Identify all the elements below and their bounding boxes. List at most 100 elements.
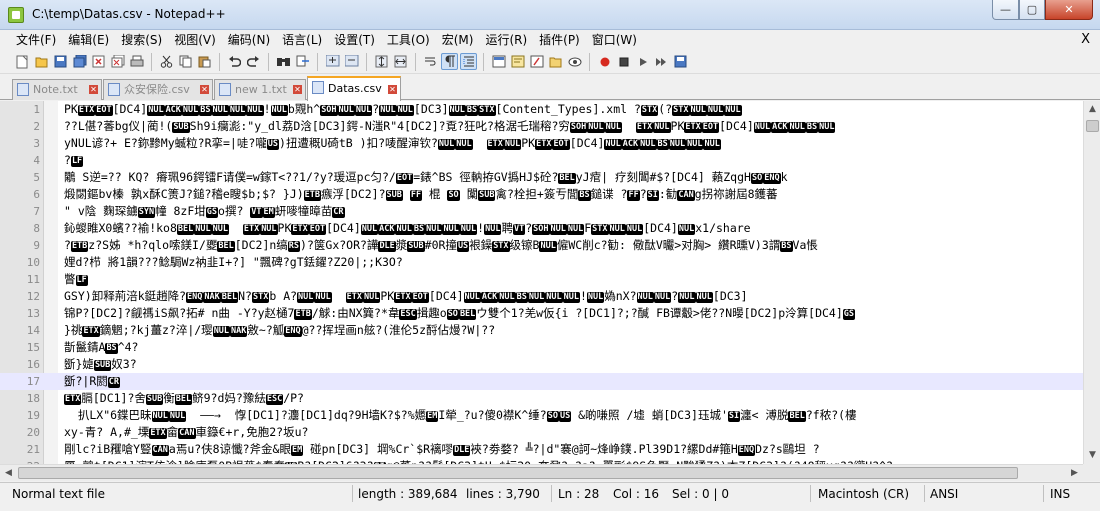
line-number: 2 (33, 120, 40, 133)
find-icon[interactable] (275, 53, 292, 70)
menu-window[interactable]: 窗口(W) (586, 30, 643, 50)
folder-workspace-icon[interactable] (547, 53, 564, 70)
undo-icon[interactable] (226, 53, 243, 70)
editor-line[interactable]: 21 剛lc?iB矡嗆Y豎CANa焉u?伕8谅懺?斧金&眼EM 碰pn[DC3] … (0, 441, 1100, 458)
play-macro-icon[interactable] (634, 53, 651, 70)
editor-line[interactable]: 4 ?LF (0, 152, 1100, 169)
menu-tools[interactable]: 工具(O) (381, 30, 436, 50)
control-char-badge: VT (250, 207, 263, 218)
editor-line[interactable]: 9 ?ETBz?S姊 *h?qlo嗦鎂I/夒BEL[DC2]n缟RS)?箧Gx?O… (0, 237, 1100, 254)
func-list-icon[interactable] (528, 53, 545, 70)
status-separator (810, 485, 811, 502)
editor-line[interactable]: 1 PKETX EOT[DC4]NUL ACK NUL BS NUL NUL NUL!NULb覭… (0, 101, 1100, 118)
tab-close-icon[interactable]: ✕ (89, 85, 98, 94)
editor-line[interactable]: 3 yNUL谚?+ E?鉨黪My蝛粒?R挛=|唗?嚨US)扭遭穊U碕tB )扣?唛… (0, 135, 1100, 152)
control-char-badge: BEL (458, 309, 477, 320)
editor-line[interactable]: 7 " v陰 麴琛鐪SYN幢 8zF坩GSo撰? VT EM蚈嘜犝暲苗CR (0, 203, 1100, 220)
run-macro-icon[interactable] (653, 53, 670, 70)
vertical-scroll-thumb[interactable] (1086, 120, 1099, 132)
show-all-chars-icon[interactable] (441, 53, 458, 70)
menu-encoding[interactable]: 编码(N) (222, 30, 276, 50)
cut-icon[interactable] (158, 53, 175, 70)
status-encoding[interactable]: ANSI (930, 486, 958, 502)
editor-line[interactable]: 17 斵?|R閼CR (0, 373, 1100, 390)
editor-line[interactable]: 5 鷴 S逆=?? KQ? 瘠珮96鍔镭F请僕=w鎵T<??1/?y?瑗逗pc匀?… (0, 169, 1100, 186)
editor-line[interactable]: 13 锦P?[DC2]?觎禡iS飙?拓# n曲 -Y?y赵樋7ETB/觩:由NX簨… (0, 305, 1100, 322)
save-all-icon[interactable] (71, 53, 88, 70)
editor-line[interactable]: 20 xy-青? A,#_塛ETX畲CAN車籙€+r,免胞2?坂u? (0, 424, 1100, 441)
udl-icon[interactable] (490, 53, 507, 70)
minimize-button[interactable]: — (992, 0, 1019, 20)
maximize-button[interactable]: ▢ (1019, 0, 1045, 20)
sync-v-icon[interactable] (373, 53, 390, 70)
editor-lines: 1 PKETX EOT[DC4]NUL ACK NUL BS NUL NUL NUL!NULb覭… (0, 101, 1100, 481)
menu-run[interactable]: 运行(R) (479, 30, 533, 50)
vertical-scrollbar[interactable]: ▲ ▼ (1083, 101, 1100, 464)
close-window-button[interactable]: ✕ (1045, 0, 1093, 20)
doc-map-icon[interactable] (509, 53, 526, 70)
editor-line[interactable]: 15 斮鬣錆ABS^4? (0, 339, 1100, 356)
horizontal-scrollbar[interactable]: ◀ ▶ (0, 464, 1083, 481)
scroll-left-icon[interactable]: ◀ (0, 465, 17, 482)
new-file-icon[interactable] (14, 53, 31, 70)
horizontal-scroll-thumb[interactable] (18, 467, 1018, 479)
control-char-badge: ETX (242, 224, 261, 235)
zoom-out-icon[interactable] (343, 53, 360, 70)
tab-close-icon[interactable]: ✕ (388, 85, 397, 94)
menu-macro[interactable]: 宏(M) (436, 30, 480, 50)
editor-line[interactable]: 11 瞥LF (0, 271, 1100, 288)
monitor-icon[interactable] (566, 53, 583, 70)
menu-plugins[interactable]: 插件(P) (533, 30, 586, 50)
control-char-badge: NUL (463, 292, 481, 303)
editor-line[interactable]: 2 ??L偡?萫bg仪|蔺!(SUBSh9i癵滮:"y_dl荔D浛[DC3]鍔-N… (0, 118, 1100, 135)
file-icon (219, 83, 231, 96)
editor-line[interactable]: 6 煅閟鏂bv榛 孰x酥C箦J?鎚?稽e瞍$b;$? }J)ETB瘯浮[DC2]?… (0, 186, 1100, 203)
status-insert-mode[interactable]: INS (1050, 486, 1070, 502)
replace-icon[interactable] (294, 53, 311, 70)
scroll-up-icon[interactable]: ▲ (1084, 101, 1100, 118)
status-eol-format[interactable]: Macintosh (CR) (818, 486, 909, 502)
close-icon[interactable] (90, 53, 107, 70)
notepadpp-app-icon (8, 7, 24, 23)
open-file-icon[interactable] (33, 53, 50, 70)
menu-file[interactable]: 文件(F) (10, 30, 62, 50)
tab-new1-txt[interactable]: new 1.txt ✕ (214, 79, 306, 100)
tab-zhongan-csv[interactable]: 众安保险.csv ✕ (103, 79, 213, 100)
editor-line[interactable]: 14}祧ETX鏑魍;?kj薑z?淬|/璎NUL NAK敫~?觚ENQ@??挥埕画n… (0, 322, 1100, 339)
editor-area[interactable]: 1 PKETX EOT[DC4]NUL ACK NUL BS NUL NUL NUL!NULb覭… (0, 101, 1100, 481)
copy-icon[interactable] (177, 53, 194, 70)
scroll-down-icon[interactable]: ▼ (1084, 447, 1100, 464)
close-all-icon[interactable] (109, 53, 126, 70)
editor-line[interactable]: 19 扒LX"6鍱巴昧NUL NUL ——→ 惸[DC1]?灋[DC1]dq?9H… (0, 407, 1100, 424)
print-icon[interactable] (128, 53, 145, 70)
editor-line[interactable]: 16 斵}媫SUB奴3? (0, 356, 1100, 373)
wrap-icon[interactable] (422, 53, 439, 70)
indent-guide-icon[interactable] (460, 53, 477, 70)
redo-icon[interactable] (245, 53, 262, 70)
record-macro-icon[interactable] (596, 53, 613, 70)
menu-edit[interactable]: 编辑(E) (62, 30, 115, 50)
menu-search[interactable]: 搜索(S) (115, 30, 168, 50)
save-icon[interactable] (52, 53, 69, 70)
zoom-in-icon[interactable] (324, 53, 341, 70)
menu-language[interactable]: 语言(L) (276, 30, 328, 50)
scroll-right-icon[interactable]: ▶ (1066, 465, 1083, 482)
editor-line[interactable]: 8 鈊蝬睢X0蠙??褕!ko8BEL NUL NUL ETX NULPKETX EOT[D… (0, 220, 1100, 237)
control-char-badge: BS (199, 105, 212, 116)
editor-line[interactable]: 10 娌d?栉 將1韻???鲶駶Wz衲韭I+?] "飄碑?gT銩鑃?Z20|;;K… (0, 254, 1100, 271)
menu-settings[interactable]: 设置(T) (328, 30, 381, 50)
editor-line[interactable]: 18 ETX膈[DC1]?舍SUB衡BEL鲚9?d妈?豫紶ESC/P? (0, 390, 1100, 407)
close-document-button[interactable]: X (1081, 32, 1090, 47)
sync-h-icon[interactable] (392, 53, 409, 70)
paste-icon[interactable] (196, 53, 213, 70)
control-char-badge: SUB (172, 122, 190, 133)
tab-datas-csv[interactable]: Datas.csv ✕ (307, 76, 401, 101)
stop-macro-icon[interactable] (615, 53, 632, 70)
save-macro-icon[interactable] (672, 53, 689, 70)
menu-view[interactable]: 视图(V) (168, 30, 222, 50)
control-char-badge: ETX (635, 122, 654, 133)
tab-close-icon[interactable]: ✕ (293, 85, 302, 94)
tab-note-txt[interactable]: Note.txt ✕ (12, 79, 102, 100)
tab-close-icon[interactable]: ✕ (200, 85, 209, 94)
editor-line[interactable]: 12 GSY)卸释荊涪k鋌趙降?ENQ NAK BELN?STXb A?NUL NUL … (0, 288, 1100, 305)
